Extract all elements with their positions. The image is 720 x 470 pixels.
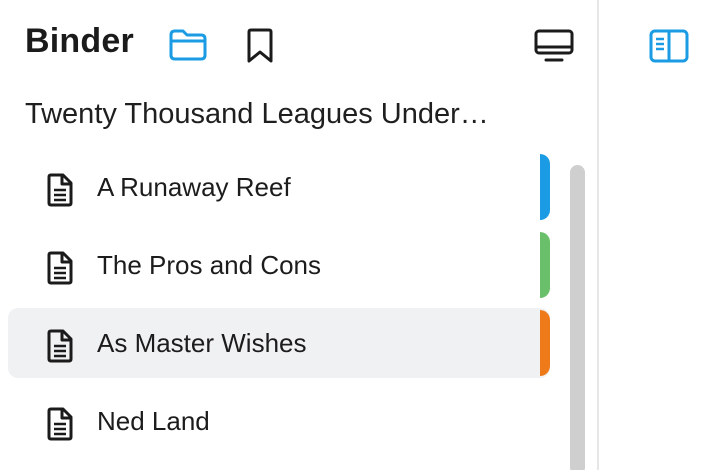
label-color-bar — [540, 310, 550, 376]
document-icon — [45, 251, 75, 285]
list-item-selected[interactable]: As Master Wishes — [8, 308, 550, 378]
panel-divider[interactable] — [597, 0, 599, 470]
document-icon — [45, 407, 75, 441]
monitor-icon[interactable] — [533, 28, 575, 64]
list-item-label: As Master Wishes — [97, 328, 307, 358]
list-item[interactable]: A Runaway Reef — [8, 152, 550, 222]
bookmark-icon[interactable] — [245, 28, 275, 64]
label-color-bar — [540, 154, 550, 220]
list-item-label: The Pros and Cons — [97, 250, 322, 280]
sidebar-toggle-icon[interactable] — [648, 28, 690, 64]
list-item-label: Ned Land — [97, 406, 210, 436]
list-item[interactable]: Ned Land — [8, 386, 550, 456]
project-title[interactable]: Twenty Thousand Leagues Under… — [25, 98, 517, 131]
folder-icon[interactable] — [168, 28, 208, 62]
label-color-bar — [540, 232, 550, 298]
app-window: Binder Twenty Thousand Leagues Under… A … — [0, 0, 720, 470]
list-item-label: A Runaway Reef — [97, 172, 291, 202]
list-item[interactable]: The Pros and Cons — [8, 230, 550, 300]
binder-title: Binder — [25, 22, 134, 60]
scrollbar[interactable] — [570, 165, 585, 470]
document-icon — [45, 173, 75, 207]
document-icon — [45, 329, 75, 363]
chapter-list: A Runaway Reef The Pros and Cons As Mast… — [8, 152, 550, 464]
binder-panel: Binder Twenty Thousand Leagues Under… A … — [0, 0, 597, 470]
